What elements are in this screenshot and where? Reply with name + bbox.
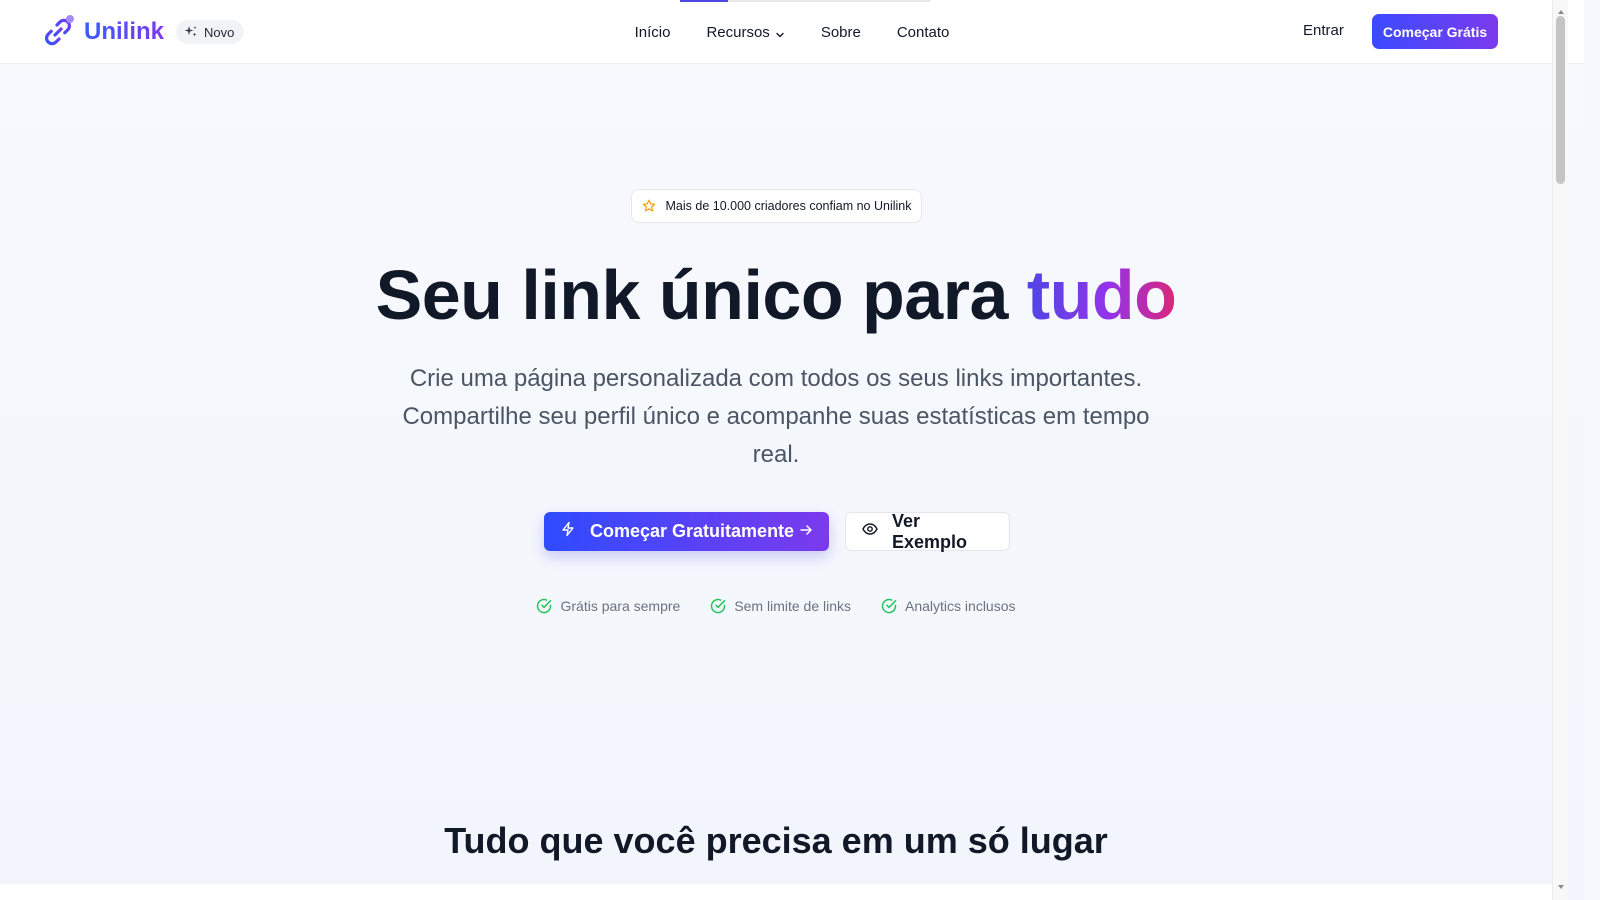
chevron-down-icon bbox=[775, 27, 785, 38]
link-icon bbox=[40, 14, 76, 50]
hero-title-accent: tudo bbox=[1026, 256, 1177, 334]
start-free-cta-label: Começar Gratuitamente bbox=[590, 521, 795, 541]
nav-item-recursos-label: Recursos bbox=[706, 23, 770, 41]
feature-item: Grátis para sempre bbox=[536, 598, 680, 614]
scroll-down-icon[interactable] bbox=[1557, 878, 1565, 889]
nav-item-sobre[interactable]: Sobre bbox=[821, 24, 861, 41]
page-scrollbar[interactable] bbox=[1552, 0, 1568, 900]
scroll-up-icon[interactable] bbox=[1557, 3, 1565, 14]
nav-item-inicio[interactable]: Início bbox=[635, 24, 671, 41]
star-icon bbox=[642, 199, 656, 213]
start-free-button[interactable]: Começar Grátis bbox=[1372, 14, 1498, 49]
sparkles-icon bbox=[184, 25, 198, 39]
feature-label: Sem limite de links bbox=[734, 598, 852, 614]
feature-item: Sem limite de links bbox=[710, 598, 851, 614]
hero-subtitle: Crie uma página personalizada com todos … bbox=[402, 365, 1150, 468]
brand-logo[interactable]: Unilink Novo bbox=[40, 10, 245, 54]
trust-badge: Mais de 10.000 criadores confiam no Unil… bbox=[631, 189, 922, 223]
hero-title-main: Seu link único para bbox=[375, 256, 1027, 334]
eye-icon bbox=[862, 521, 878, 542]
nav-item-recursos[interactable]: Recursos bbox=[706, 24, 784, 41]
check-circle-icon bbox=[710, 598, 726, 614]
new-badge: Novo bbox=[176, 20, 245, 44]
bottom-edge bbox=[0, 884, 1568, 900]
nav-progress-bar bbox=[680, 0, 930, 2]
check-circle-icon bbox=[536, 598, 552, 614]
feature-item: Analytics inclusos bbox=[881, 598, 1016, 614]
nav-progress-fill bbox=[680, 0, 728, 2]
view-example-label: Ver Exemplo bbox=[892, 510, 968, 552]
check-circle-icon bbox=[881, 598, 897, 614]
hero-title: Seu link único para tudo bbox=[0, 255, 1552, 335]
nav-item-contato[interactable]: Contato bbox=[897, 24, 950, 41]
top-navbar: Unilink Novo Início Recursos Sobre Conta… bbox=[0, 0, 1584, 64]
feature-label: Grátis para sempre bbox=[560, 598, 681, 614]
view-example-button[interactable]: Ver Exemplo bbox=[845, 510, 1010, 552]
trust-badge-text: Mais de 10.000 criadores confiam no Unil… bbox=[665, 199, 912, 213]
zap-icon bbox=[560, 521, 576, 542]
feature-list: Grátis para sempre Sem limite de links A… bbox=[0, 598, 1552, 614]
arrow-right-icon bbox=[799, 521, 813, 542]
scrollbar-thumb[interactable] bbox=[1556, 16, 1565, 184]
login-link[interactable]: Entrar bbox=[1303, 22, 1344, 39]
feature-label: Analytics inclusos bbox=[905, 598, 1016, 614]
section-title: Tudo que você precisa em um só lugar bbox=[444, 820, 1108, 861]
start-free-cta-button[interactable]: Começar Gratuitamente bbox=[544, 512, 829, 551]
brand-name: Unilink bbox=[84, 18, 165, 45]
landing-page: Unilink Novo Início Recursos Sobre Conta… bbox=[0, 0, 1584, 900]
new-badge-label: Novo bbox=[204, 24, 235, 40]
